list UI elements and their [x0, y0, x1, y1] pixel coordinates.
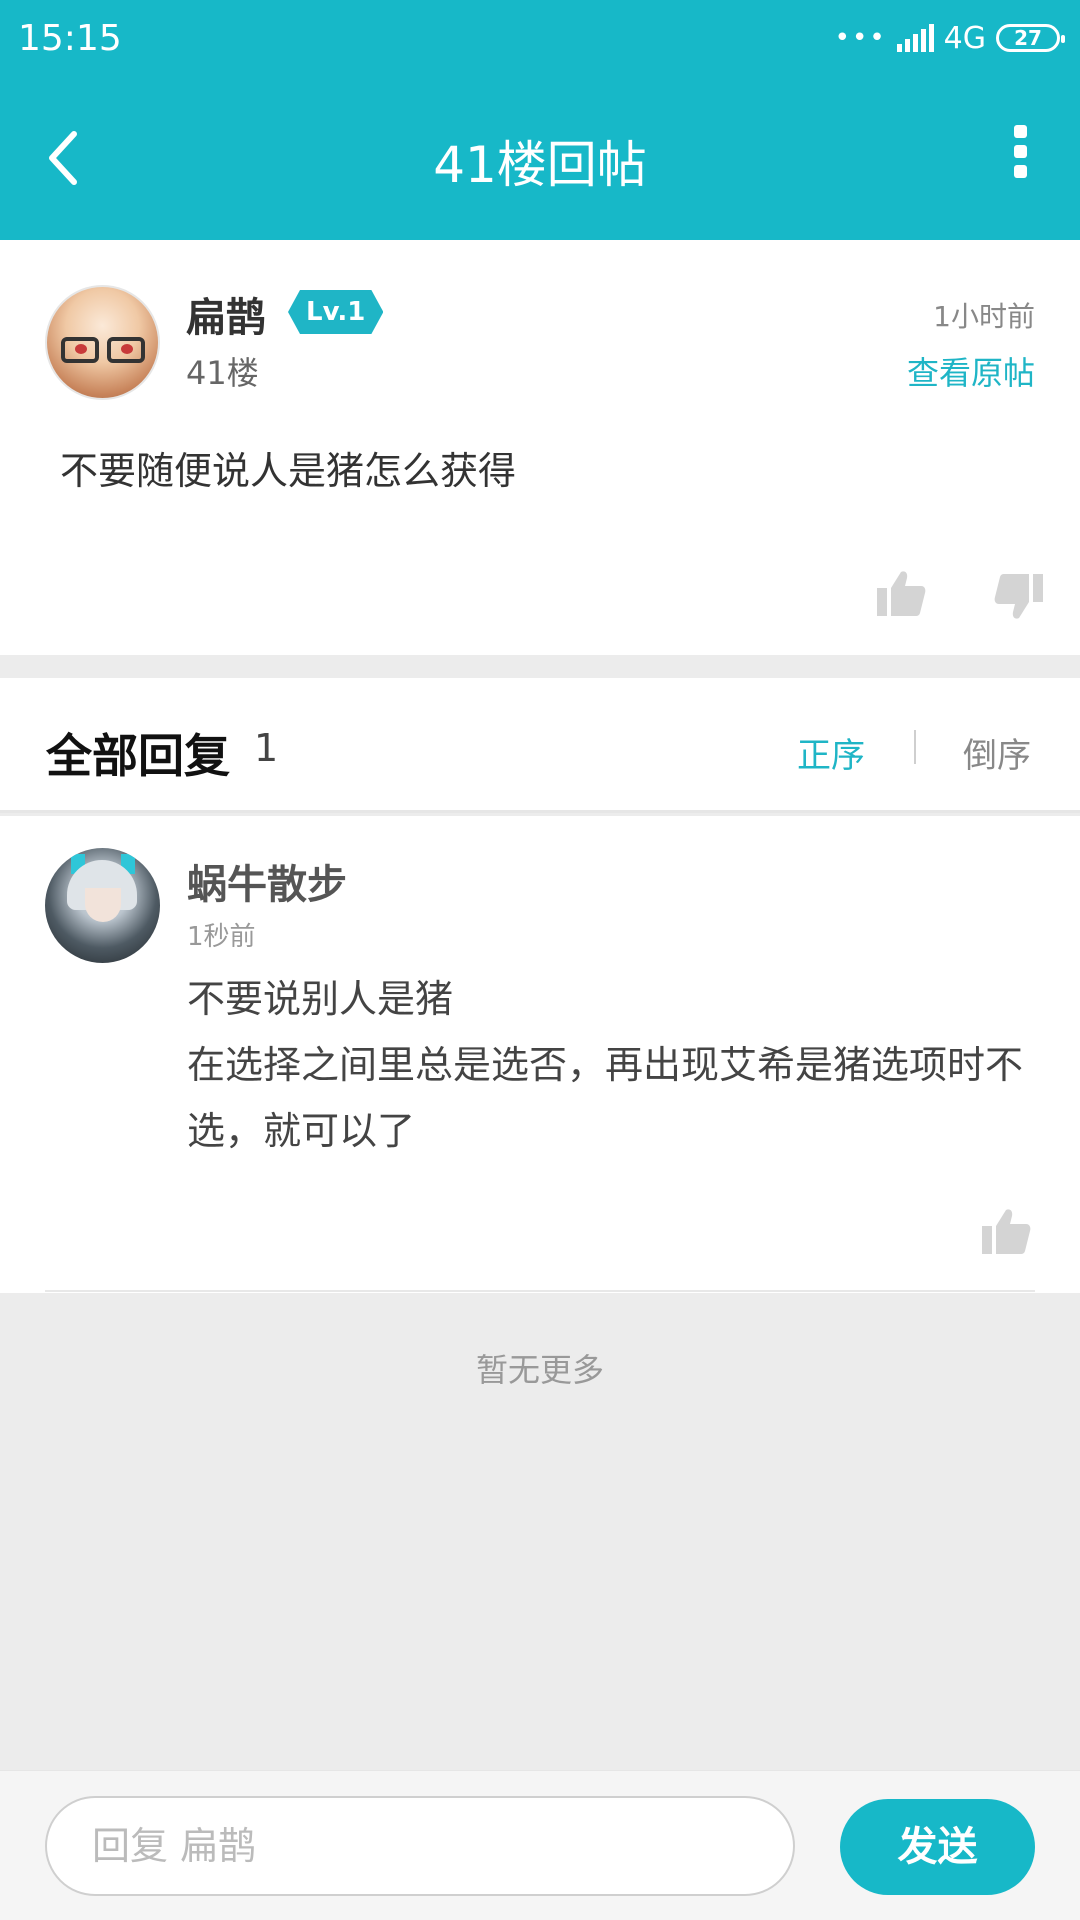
send-button[interactable]: 发送 [840, 1799, 1035, 1895]
sort-ascending-tab[interactable]: 正序 [797, 728, 865, 777]
original-post-card: 扁鹊 Lv.1 41楼 1小时前 查看原帖 不要随便说人是猪怎么获得 [0, 240, 1080, 655]
page-title: 41楼回帖 [433, 136, 647, 194]
reply-thread-page: 15:15 ••• 4G 27 41楼回帖 扁鹊 Lv.1 41楼 1小时前 查… [0, 0, 1080, 1920]
thumbs-up-icon[interactable] [980, 1206, 1032, 1258]
more-options-button[interactable] [1000, 125, 1040, 185]
all-replies-title: 全部回复 [46, 729, 230, 783]
sort-divider [914, 730, 916, 764]
divider [45, 1290, 1035, 1292]
avatar[interactable] [45, 285, 160, 400]
sort-descending-tab[interactable]: 倒序 [963, 728, 1031, 777]
avatar[interactable] [45, 848, 160, 963]
network-type: 4G [943, 20, 986, 56]
post-content: 不要随便说人是猪怎么获得 [60, 449, 517, 493]
thumbs-up-icon[interactable] [875, 568, 927, 620]
replies-count: 1 [254, 726, 279, 770]
app-header: 15:15 ••• 4G 27 41楼回帖 [0, 0, 1080, 240]
battery-icon: 27 [996, 24, 1065, 52]
notification-dots-icon: ••• [834, 23, 887, 53]
battery-level: 27 [1014, 26, 1042, 50]
reply-input[interactable]: 回复 扁鹊 [45, 1796, 795, 1896]
thumbs-down-icon[interactable] [993, 570, 1045, 622]
reply-time: 1秒前 [187, 922, 256, 952]
post-author-name[interactable]: 扁鹊 [186, 285, 266, 343]
status-time: 15:15 [18, 18, 122, 59]
reply-author-name[interactable]: 蜗牛散步 [187, 852, 347, 910]
reply-composer-bar: 回复 扁鹊 发送 [0, 1770, 1080, 1920]
replies-header: 全部回复 1 正序 倒序 [0, 678, 1080, 813]
view-original-link[interactable]: 查看原帖 [907, 348, 1035, 394]
post-time: 1小时前 [933, 300, 1035, 333]
floor-label: 41楼 [186, 354, 259, 392]
reply-content: 不要说别人是猪 在选择之间里总是选否，再出现艾希是猪选项时不选，就可以了 [187, 977, 1024, 1153]
signal-icon [896, 24, 934, 52]
no-more-text: 暂无更多 [475, 1351, 604, 1389]
level-badge: Lv.1 [288, 290, 383, 334]
list-item: 蜗牛散步 1秒前 不要说别人是猪 在选择之间里总是选否，再出现艾希是猪选项时不选… [0, 816, 1080, 1293]
status-icons: ••• 4G 27 [834, 20, 1065, 56]
